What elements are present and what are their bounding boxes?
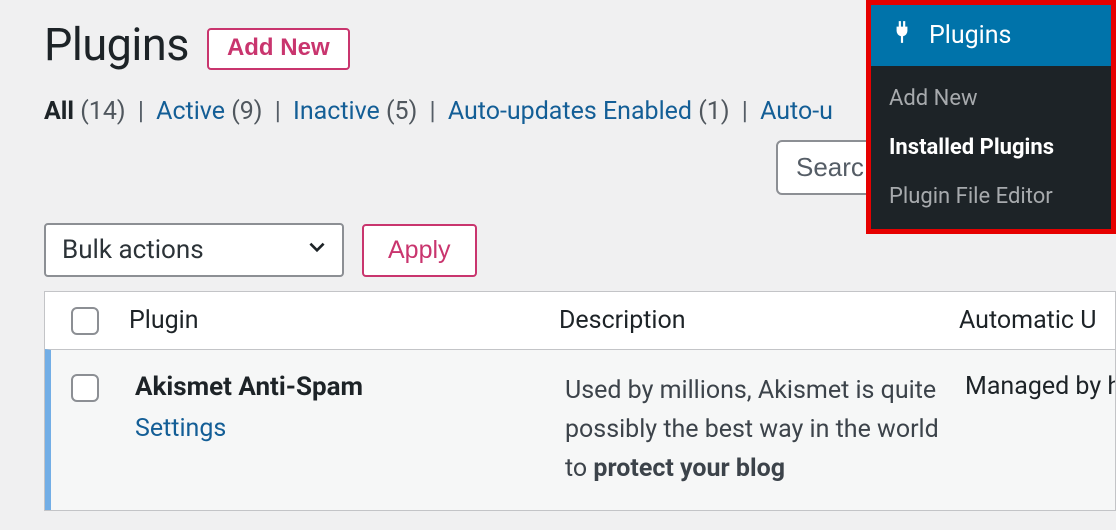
filter-separator: | [730,97,761,126]
row-checkbox[interactable] [71,374,99,402]
filter-count: (14) [80,97,125,126]
filter-link-all[interactable]: All [44,97,80,126]
admin-menu-item[interactable]: Add New [871,74,1111,123]
filter-count: (9) [231,97,262,126]
col-plugin: Plugin [125,306,555,335]
admin-menu-item[interactable]: Plugin File Editor [871,172,1111,221]
bulk-actions-select[interactable]: Bulk actions [44,223,344,277]
filter-separator: | [417,97,448,126]
auto-update-status: Managed by h [961,372,1115,401]
admin-menu-top-label: Plugins [929,21,1011,50]
admin-menu-panel: Plugins Add NewInstalled PluginsPlugin F… [866,0,1116,234]
table-row: Akismet Anti-Spam Settings Used by milli… [45,349,1115,510]
plugin-icon [889,19,915,52]
settings-link[interactable]: Settings [135,414,226,443]
bulk-actions-label: Bulk actions [62,235,204,265]
col-description: Description [555,306,955,335]
add-new-button[interactable]: Add New [207,28,350,70]
admin-menu-item[interactable]: Installed Plugins [871,123,1111,172]
select-all-checkbox[interactable] [71,307,99,335]
filter-count: (5) [386,97,417,126]
plugin-description-strong: protect your blog [593,454,785,483]
admin-menu-top[interactable]: Plugins [871,5,1111,66]
filter-link-inactive[interactable]: Inactive [293,97,386,126]
filter-link-active[interactable]: Active [156,97,231,126]
filter-count: (1) [698,97,729,126]
table-header-row: Plugin Description Automatic U [45,292,1115,349]
col-auto-update: Automatic U [955,306,1115,335]
chevron-down-icon [306,235,328,265]
plugin-name: Akismet Anti-Spam [135,372,561,402]
apply-button[interactable]: Apply [362,224,477,277]
filter-link-auto-u[interactable]: Auto-u [760,97,833,126]
filter-separator: | [126,97,157,126]
plugin-description: Used by millions, Akismet is quite possi… [561,372,961,488]
filter-link-auto-updates-enabled[interactable]: Auto-updates Enabled [448,97,698,126]
page-title: Plugins [44,18,189,71]
plugins-table: Plugin Description Automatic U Akismet A… [44,291,1116,511]
filter-separator: | [263,97,294,126]
